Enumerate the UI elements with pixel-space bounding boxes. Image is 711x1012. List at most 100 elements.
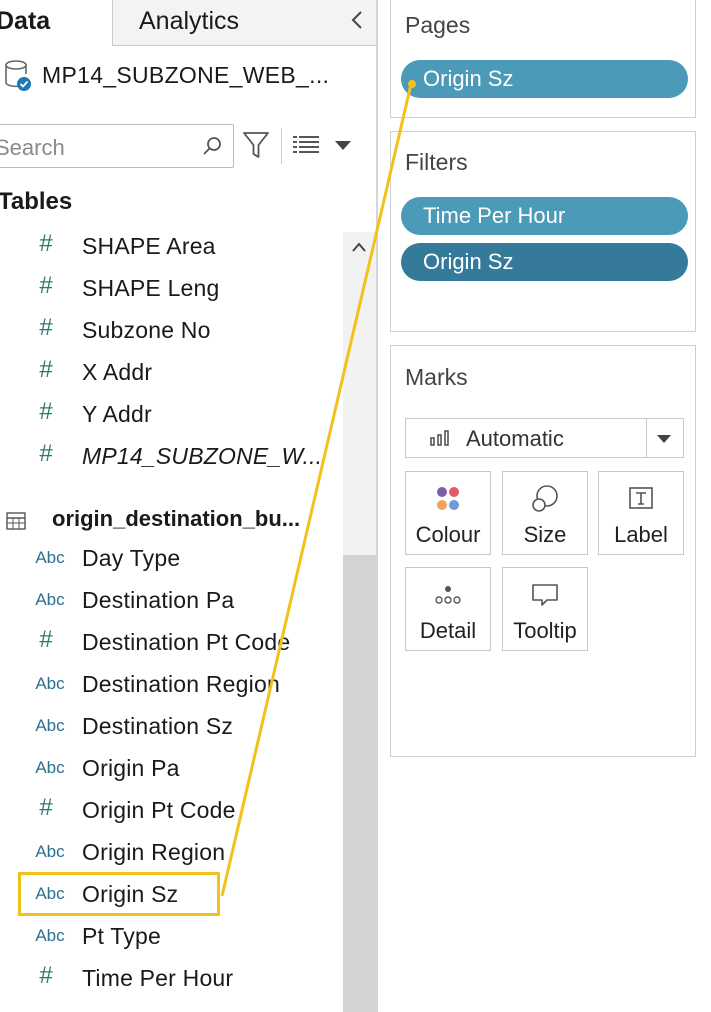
string-icon: Abc: [35, 716, 65, 735]
field-item[interactable]: # MP14_SUBZONE_W...: [0, 439, 343, 481]
colour-button[interactable]: Colour: [405, 471, 491, 555]
field-item[interactable]: Abc Origin Pa: [0, 751, 343, 793]
filter-pill-origin-sz[interactable]: Origin Sz: [401, 243, 688, 281]
size-label: Size: [523, 522, 567, 547]
field-item[interactable]: # X Addr: [0, 355, 343, 397]
field-item[interactable]: Abc Day Type: [0, 541, 343, 583]
field-label: MP14_SUBZONE_W...: [82, 443, 323, 469]
bar-chart-icon: [430, 430, 449, 446]
measure-icon: #: [39, 626, 53, 653]
field-item[interactable]: # Time Per Hour: [0, 961, 343, 1003]
field-label: SHAPE Area: [82, 233, 216, 259]
search-field[interactable]: Search: [0, 124, 234, 168]
filter-pill-time-per-hour[interactable]: Time Per Hour: [401, 197, 688, 235]
tooltip-button[interactable]: Tooltip: [502, 567, 588, 651]
toolbar-divider: [281, 128, 282, 164]
measure-icon: #: [39, 314, 53, 341]
field-label: Subzone No: [82, 317, 211, 343]
field-label: Origin Pt Code: [82, 797, 236, 823]
label-button[interactable]: Label: [598, 471, 684, 555]
field-item[interactable]: Abc Destination Pa: [0, 583, 343, 625]
field-item[interactable]: # Subzone No: [0, 313, 343, 355]
tooltip-label: Tooltip: [513, 618, 577, 643]
select-divider: [646, 419, 647, 457]
table-icon: [6, 512, 26, 530]
measure-icon: #: [39, 440, 53, 467]
field-item[interactable]: Abc Pt Type: [0, 919, 343, 961]
field-label: Day Type: [82, 545, 181, 571]
list-view-icon[interactable]: [293, 135, 319, 155]
filters-title: Filters: [405, 149, 468, 175]
mark-type-value: Automatic: [466, 426, 564, 451]
field-label: Destination Sz: [82, 713, 234, 739]
string-icon: Abc: [35, 842, 65, 861]
database-icon: [5, 60, 31, 91]
field-item[interactable]: Abc Destination Sz: [0, 709, 343, 751]
tooltip-icon: [532, 584, 558, 606]
pages-pill-origin-sz[interactable]: Origin Sz: [401, 60, 688, 98]
filters-shelf[interactable]: Filters Time Per Hour Origin Sz: [390, 131, 696, 332]
data-pane: Data Analytics MP14_SUBZONE_WEB_... Sear…: [0, 0, 376, 1012]
chevron-left-icon[interactable]: [348, 9, 366, 31]
field-item[interactable]: # Y Addr: [0, 397, 343, 439]
detail-label: Detail: [419, 618, 477, 643]
measure-icon: #: [39, 962, 53, 989]
field-label: Origin Region: [82, 839, 226, 865]
field-label: Destination Pt Code: [82, 629, 291, 655]
field-label: Destination Region: [82, 671, 280, 697]
marks-title: Marks: [405, 364, 468, 390]
detail-button[interactable]: Detail: [405, 567, 491, 651]
pages-shelf[interactable]: Pages Origin Sz: [390, 0, 696, 118]
table-name: origin_destination_bu...: [52, 506, 301, 531]
chevron-down-icon: [657, 435, 671, 443]
datasource-row[interactable]: MP14_SUBZONE_WEB_...: [0, 52, 376, 102]
detail-icon: [435, 586, 461, 604]
search-icon: [203, 137, 221, 155]
tab-analytics[interactable]: Analytics: [112, 0, 376, 46]
field-label: X Addr: [82, 359, 153, 385]
field-label: Destination Pa: [82, 587, 235, 613]
field-label: SHAPE Leng: [82, 275, 220, 301]
pages-title: Pages: [405, 12, 471, 38]
mark-type-select[interactable]: Automatic: [405, 418, 684, 458]
string-icon: Abc: [35, 674, 65, 693]
field-item[interactable]: # SHAPE Leng: [0, 271, 343, 313]
tab-data[interactable]: Data: [0, 0, 112, 46]
field-item[interactable]: Abc Origin Region: [0, 835, 343, 877]
table-header-origin-destination[interactable]: origin_destination_bu...: [0, 500, 343, 542]
filter-icon[interactable]: [242, 130, 270, 160]
size-button[interactable]: Size: [502, 471, 588, 555]
field-item[interactable]: # Destination Pt Code: [0, 625, 343, 667]
field-item[interactable]: # SHAPE Area: [0, 229, 343, 271]
chevron-up-icon[interactable]: [350, 240, 368, 254]
marks-card: Marks Automatic Colour Size Label Detail…: [390, 345, 696, 757]
field-label: Pt Type: [82, 923, 161, 949]
field-label: Time Per Hour: [82, 965, 234, 991]
field-label: Y Addr: [82, 401, 152, 427]
string-icon: Abc: [35, 758, 65, 777]
datasource-name: MP14_SUBZONE_WEB_...: [42, 62, 330, 88]
measure-icon: #: [39, 398, 53, 425]
measure-icon: #: [39, 794, 53, 821]
field-item[interactable]: Abc Destination Region: [0, 667, 343, 709]
measure-icon: #: [39, 230, 53, 257]
label-label: Label: [614, 522, 668, 547]
string-icon: Abc: [35, 926, 65, 945]
text-label-icon: [629, 487, 653, 509]
pane-divider[interactable]: [376, 0, 378, 1012]
measure-icon: #: [39, 356, 53, 383]
size-icon: [532, 485, 558, 512]
colour-label: Colour: [415, 522, 481, 547]
scrollbar-thumb[interactable]: [343, 555, 376, 1012]
search-placeholder: Search: [0, 135, 65, 160]
string-icon: Abc: [35, 590, 65, 609]
tab-analytics-label: Analytics: [139, 7, 240, 35]
highlight-box: [18, 872, 220, 916]
string-icon: Abc: [35, 548, 65, 567]
caret-down-icon[interactable]: [334, 140, 352, 152]
colour-icon: [437, 487, 459, 510]
measure-icon: #: [39, 272, 53, 299]
field-item[interactable]: # Origin Pt Code: [0, 793, 343, 835]
tables-heading: Tables: [0, 188, 73, 215]
field-label: Origin Pa: [82, 755, 180, 781]
